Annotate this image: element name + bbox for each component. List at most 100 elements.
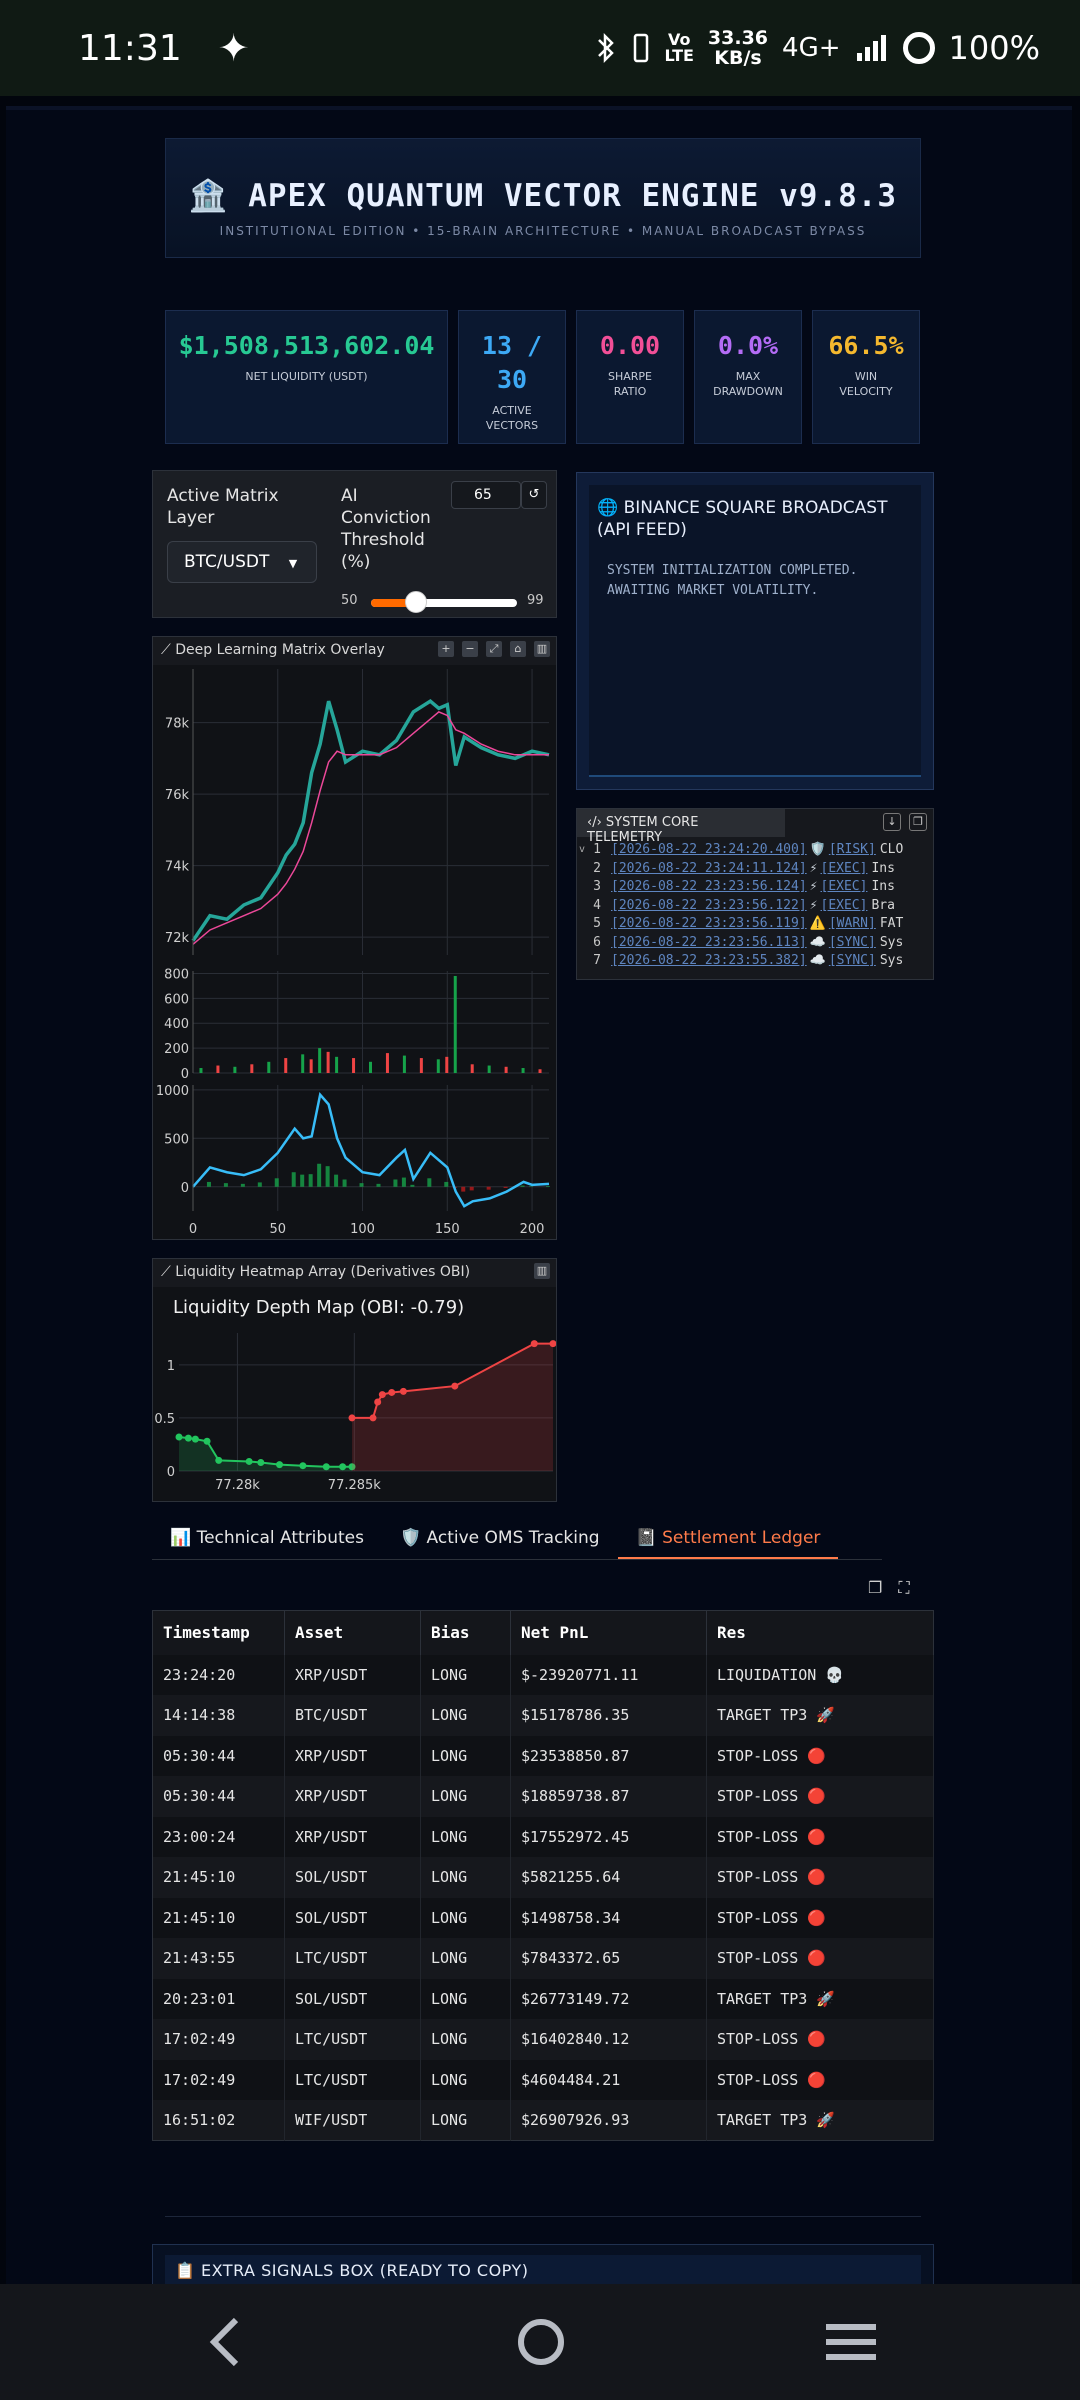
reset-icon[interactable]: ↺ — [521, 481, 547, 509]
log-tag: [RISK] — [828, 842, 876, 857]
depth-point — [299, 1462, 307, 1470]
slider-thumb[interactable] — [405, 591, 428, 613]
chart-toolbar: ⟋ Deep Learning Matrix Overlay + − ⤢ ⌂ ▥ — [153, 637, 556, 665]
log-line: 4 [2026-08-22 23:23:56.122] ⚡ [EXEC] Bra — [577, 897, 935, 916]
depth-point — [257, 1459, 265, 1467]
depth-point — [184, 1434, 192, 1442]
column-header[interactable]: Timestamp — [152, 1610, 285, 1655]
table-cell: 17:02:49 — [152, 2059, 285, 2100]
signal-icon — [856, 35, 886, 61]
tab-settlement-ledger[interactable]: 📓 Settlement Ledger — [617, 1518, 839, 1559]
telemetry-log[interactable]: v 1 [2026-08-22 23:24:20.400] 🛡️ [RISK] CLO 2 [… — [577, 841, 935, 973]
tab-active-oms-tracking[interactable]: 🛡️ Active OMS Tracking — [382, 1518, 618, 1559]
network-type: 4G+ — [782, 33, 841, 63]
y-tick-label: 500 — [164, 1132, 189, 1147]
histogram-bar — [342, 1179, 347, 1187]
table-row[interactable]: 20:23:01 SOL/USDT LONG $26773149.72 TARGET T… — [152, 1978, 934, 2019]
table-row[interactable]: 05:30:44 XRP/USDT LONG $18859738.87 STOP-LOS… — [152, 1776, 934, 1817]
back-icon[interactable] — [206, 2314, 246, 2370]
depth-point — [276, 1461, 284, 1469]
table-cell: SOL/USDT — [284, 1978, 421, 2019]
table-cell: LONG — [420, 2059, 511, 2100]
app-subtitle: INSTITUTIONAL EDITION • 15-BRAIN ARCHITE… — [219, 224, 867, 238]
log-timestamp: [2026-08-22 23:23:56.113] — [611, 934, 807, 950]
table-cell: LTC/USDT — [284, 2019, 421, 2060]
download-icon[interactable]: ↓ — [883, 813, 901, 831]
volume-bar — [487, 1065, 491, 1073]
depth-point — [451, 1382, 459, 1390]
recents-menu-icon[interactable] — [826, 2314, 876, 2370]
volume-bar — [352, 1058, 356, 1073]
table-cell: 05:30:44 — [152, 1735, 285, 1776]
histogram-bar — [469, 1186, 474, 1191]
threshold-slider[interactable] — [371, 591, 517, 613]
histogram-bar — [376, 1183, 381, 1187]
table-cell: TARGET TP3 🚀 — [706, 1695, 934, 1736]
x-tick-label: 100 — [350, 1222, 375, 1237]
table-cell: LONG — [420, 2100, 511, 2141]
zoom-out-icon[interactable]: − — [462, 641, 478, 657]
table-cell: STOP-LOSS 🔴 — [706, 1938, 934, 1979]
chevron-down-icon: ▼ — [288, 557, 298, 570]
table-row[interactable]: 16:51:02 WIF/USDT LONG $26907926.93 TARGET T… — [152, 2100, 934, 2141]
slider-min-label: 50 — [341, 593, 358, 608]
table-row[interactable]: 23:00:24 XRP/USDT LONG $17552972.45 STOP-LOS… — [152, 1816, 934, 1857]
table-cell: XRP/USDT — [284, 1776, 421, 1817]
log-message: Sys — [879, 953, 904, 968]
table-row[interactable]: 05:30:44 XRP/USDT LONG $23538850.87 STOP-LOS… — [152, 1735, 934, 1776]
copy-icon[interactable]: ❐ — [868, 1578, 882, 1598]
table-row[interactable]: 14:14:38 BTC/USDT LONG $15178786.35 TARGET T… — [152, 1695, 934, 1736]
table-row[interactable]: 23:24:20 XRP/USDT LONG $-23920771.11 LIQUIDA… — [152, 1654, 934, 1695]
tab-technical-attributes[interactable]: 📊 Technical Attributes — [152, 1518, 382, 1559]
threshold-number-input[interactable]: 65 — [451, 481, 521, 509]
column-header[interactable]: Net PnL — [510, 1610, 707, 1655]
settlement-ledger-table: Timestamp Asset Bias Net PnL Res 23:24:20 XRP… — [152, 1610, 934, 2141]
table-cell: LONG — [420, 1735, 511, 1776]
table-cell: LONG — [420, 1897, 511, 1938]
volume-bar — [521, 1068, 525, 1073]
broadcast-panel: 🌐 BINANCE SQUARE BROADCAST (API FEED) SY… — [576, 472, 934, 790]
bar-chart-icon[interactable]: ▥ — [534, 1263, 550, 1279]
column-header[interactable]: Bias — [420, 1610, 511, 1655]
histogram-bar — [503, 1186, 508, 1188]
telemetry-tab[interactable]: ‹/› SYSTEM CORE TELEMETRY — [577, 809, 785, 845]
histogram-bar — [308, 1174, 313, 1187]
column-header[interactable]: Res — [706, 1610, 934, 1655]
log-message: FAT — [879, 916, 904, 931]
clock: 11:31 — [78, 27, 182, 69]
copy-icon[interactable]: ❐ — [909, 813, 927, 831]
autoscale-icon[interactable]: ⤢ — [486, 641, 502, 657]
log-timestamp: [2026-08-22 23:23:55.382] — [611, 953, 807, 968]
depth-point — [215, 1456, 223, 1464]
table-row[interactable]: 17:02:49 LTC/USDT LONG $4604484.21 STOP-LOSS… — [152, 2059, 934, 2100]
x-tick-label: 200 — [520, 1222, 545, 1237]
kpi-label: WIN VELOCITY — [839, 370, 893, 398]
pair-select[interactable]: BTC/USDT ▼ — [167, 541, 317, 583]
volume-bar — [301, 1054, 305, 1073]
table-cell: 16:51:02 — [152, 2100, 285, 2141]
table-cell: $-23920771.11 — [510, 1654, 707, 1695]
bar-chart-icon[interactable]: ▥ — [534, 641, 550, 657]
zoom-in-icon[interactable]: + — [438, 641, 454, 657]
tab-bar: 📊 Technical Attributes 🛡️ Active OMS Tra… — [152, 1518, 882, 1560]
chart-title: Deep Learning Matrix Overlay — [175, 642, 385, 658]
histogram-bar — [401, 1177, 406, 1187]
depth-chart-svg[interactable]: 0 0.5 1 77.28k 77.285k — [153, 1323, 556, 1503]
fullscreen-icon[interactable]: ⛶ — [898, 1578, 909, 1598]
table-row[interactable]: 21:45:10 SOL/USDT LONG $1498758.34 STOP-LOSS… — [152, 1897, 934, 1938]
home-icon[interactable]: ⌂ — [510, 641, 526, 657]
depth-point — [348, 1414, 356, 1422]
kpi-label: SHARPE RATIO — [607, 370, 652, 398]
volume-bar — [419, 1058, 423, 1073]
header-card: 🏦 APEX QUANTUM VECTOR ENGINE v9.8.3 INST… — [165, 138, 921, 258]
matrix-chart-svg[interactable]: 72k 74k 76k 78k 0 200 400 600 800 0 500 1000 0 50 100 1… — [153, 665, 556, 1239]
home-circle-icon[interactable] — [516, 2314, 566, 2370]
code-icon: ‹/› — [587, 815, 602, 830]
table-row[interactable]: 17:02:49 LTC/USDT LONG $16402840.12 STOP-LOS… — [152, 2019, 934, 2060]
table-row[interactable]: 21:43:55 LTC/USDT LONG $7843372.65 STOP-LOSS… — [152, 1938, 934, 1979]
column-header[interactable]: Asset — [284, 1610, 421, 1655]
table-row[interactable]: 21:45:10 SOL/USDT LONG $5821255.64 STOP-LOSS… — [152, 1857, 934, 1898]
log-line: 6 [2026-08-22 23:23:56.113] ☁️ [SYNC] Sys — [577, 934, 935, 953]
broadcast-message: SYSTEM INITIALIZATION COMPLETED. AWAITIN… — [607, 563, 858, 598]
table-cell: 23:24:20 — [152, 1654, 285, 1695]
